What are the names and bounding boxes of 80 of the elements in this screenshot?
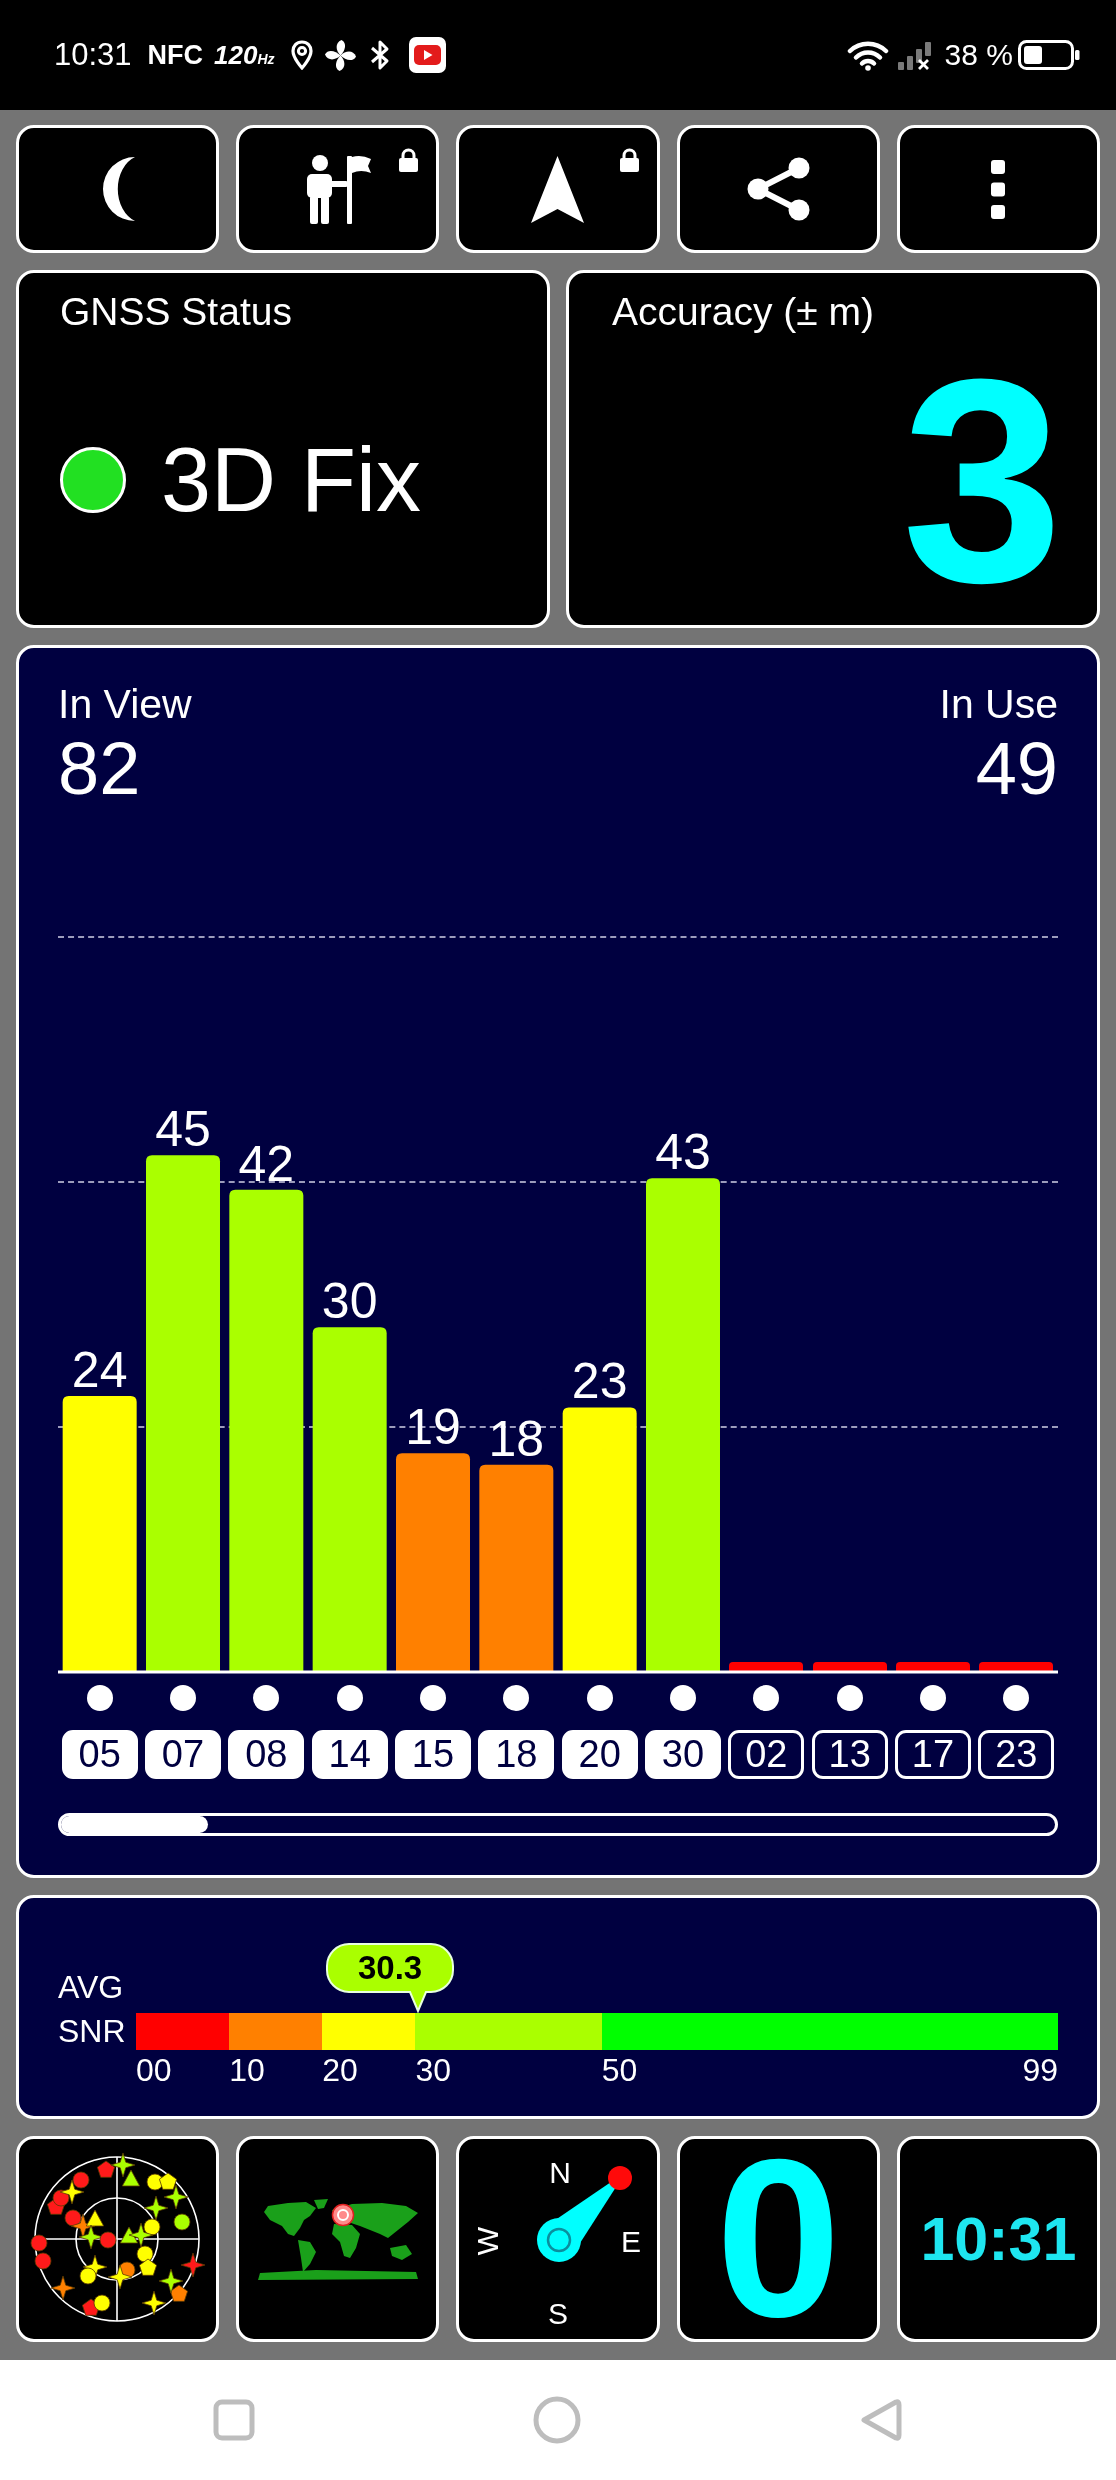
compass-direction-label: N bbox=[549, 2155, 572, 2189]
night-mode-button[interactable] bbox=[16, 125, 220, 253]
satellite-id-label: 14 bbox=[311, 1730, 388, 1779]
snr-label: SNR bbox=[58, 2013, 126, 2050]
scrollbar-thumb[interactable] bbox=[61, 1816, 208, 1833]
more-options-icon bbox=[991, 159, 1006, 219]
bar-value-label: 45 bbox=[155, 1101, 211, 1158]
navigation-button[interactable] bbox=[456, 125, 660, 253]
compass-direction-label: W bbox=[471, 2226, 504, 2256]
satellite-dot-icon bbox=[170, 1685, 196, 1711]
target-marker-icon bbox=[331, 2203, 355, 2226]
satellite-id-label: 08 bbox=[228, 1730, 305, 1779]
navigation-arrow-icon bbox=[531, 155, 585, 223]
accuracy-value: 3 bbox=[901, 363, 1063, 596]
satellite-dot-icon bbox=[253, 1685, 280, 1711]
satellite-id-label: 15 bbox=[395, 1730, 471, 1779]
fan-icon bbox=[323, 38, 357, 72]
satellite-dot-icon bbox=[86, 1685, 113, 1711]
bar-value-label: 23 bbox=[571, 1353, 628, 1410]
more-button[interactable] bbox=[896, 125, 1100, 253]
fix-status: 3D Fix bbox=[161, 434, 422, 525]
satellite-id-label: 13 bbox=[811, 1730, 888, 1779]
scale-tick-label: 50 bbox=[601, 2051, 638, 2090]
signal-icon bbox=[897, 40, 934, 70]
bar-value-label: 43 bbox=[655, 1124, 711, 1181]
satellite-id-label: 30 bbox=[645, 1730, 721, 1779]
bar-value-label: 42 bbox=[238, 1135, 295, 1192]
satellite-id-label: 23 bbox=[978, 1730, 1055, 1779]
sky-plot-button[interactable] bbox=[16, 2136, 220, 2342]
scale-tick-label: 20 bbox=[322, 2051, 358, 2090]
compass-button[interactable]: N E S W bbox=[456, 2136, 660, 2342]
wifi-icon bbox=[846, 39, 889, 71]
satellite-dot-icon bbox=[586, 1685, 613, 1711]
bar-value-label: 30 bbox=[321, 1273, 378, 1330]
satellite-dot-icon bbox=[1003, 1685, 1030, 1711]
refresh-rate-indicator: 120Hz bbox=[214, 39, 275, 71]
scrollbar-track[interactable] bbox=[58, 1813, 1058, 1836]
satellite-dot-icon bbox=[920, 1685, 946, 1711]
counter-button[interactable]: 0 bbox=[676, 2136, 880, 2342]
avg-label: AVG bbox=[58, 1969, 124, 2005]
satellite-dot-icon bbox=[336, 1685, 363, 1711]
scale-tick-label: 30 bbox=[415, 2051, 451, 2090]
battery-icon bbox=[1018, 40, 1080, 70]
average-snr-marker: 30.3 bbox=[325, 1942, 456, 2013]
share-icon bbox=[746, 157, 810, 221]
world-map-button[interactable] bbox=[236, 2136, 440, 2342]
nfc-indicator: NFC bbox=[147, 39, 204, 71]
satellite-dot-icon bbox=[836, 1685, 863, 1711]
scale-tick-label: 00 bbox=[136, 2051, 172, 2090]
bar-value-label: 19 bbox=[405, 1399, 461, 1456]
satellite-dot-icon bbox=[420, 1685, 446, 1711]
location-pin-icon bbox=[290, 40, 313, 70]
satellite-id-label: 18 bbox=[478, 1730, 555, 1779]
in-use-count: 49 bbox=[975, 728, 1058, 810]
satellite-dot-icon bbox=[753, 1685, 780, 1711]
satellite-id-label: 02 bbox=[728, 1730, 805, 1779]
video-app-icon bbox=[408, 37, 446, 73]
card-title: Accuracy (± m) bbox=[612, 289, 874, 334]
satellite-id-label: 20 bbox=[561, 1730, 638, 1779]
scale-tick-label: 99 bbox=[1022, 2051, 1058, 2090]
status-time: 10:31 bbox=[54, 37, 132, 73]
satellite-dot-icon bbox=[503, 1685, 530, 1711]
bar-value-label: 18 bbox=[488, 1410, 545, 1467]
compass-direction-label: S bbox=[548, 2296, 569, 2330]
card-title: GNSS Status bbox=[60, 289, 292, 334]
in-view-count: 82 bbox=[58, 728, 141, 810]
satellite-id-label: 07 bbox=[145, 1730, 221, 1779]
scale-tick-label: 10 bbox=[229, 2051, 265, 2090]
waypoint-button[interactable] bbox=[236, 125, 440, 253]
battery-percent: 38 % bbox=[944, 38, 1013, 72]
in-use-label: In Use bbox=[939, 681, 1058, 728]
share-button[interactable] bbox=[676, 125, 880, 253]
in-view-label: In View bbox=[58, 681, 192, 728]
satellite-id-label: 17 bbox=[895, 1730, 971, 1779]
satellite-dot-icon bbox=[670, 1685, 696, 1711]
compass-direction-label: E bbox=[621, 2224, 642, 2258]
bar-value-label: 24 bbox=[71, 1341, 128, 1398]
world-map-icon bbox=[257, 2198, 418, 2280]
clock-button[interactable]: 10:31 bbox=[896, 2136, 1100, 2342]
satellite-id-label: 05 bbox=[61, 1730, 138, 1779]
